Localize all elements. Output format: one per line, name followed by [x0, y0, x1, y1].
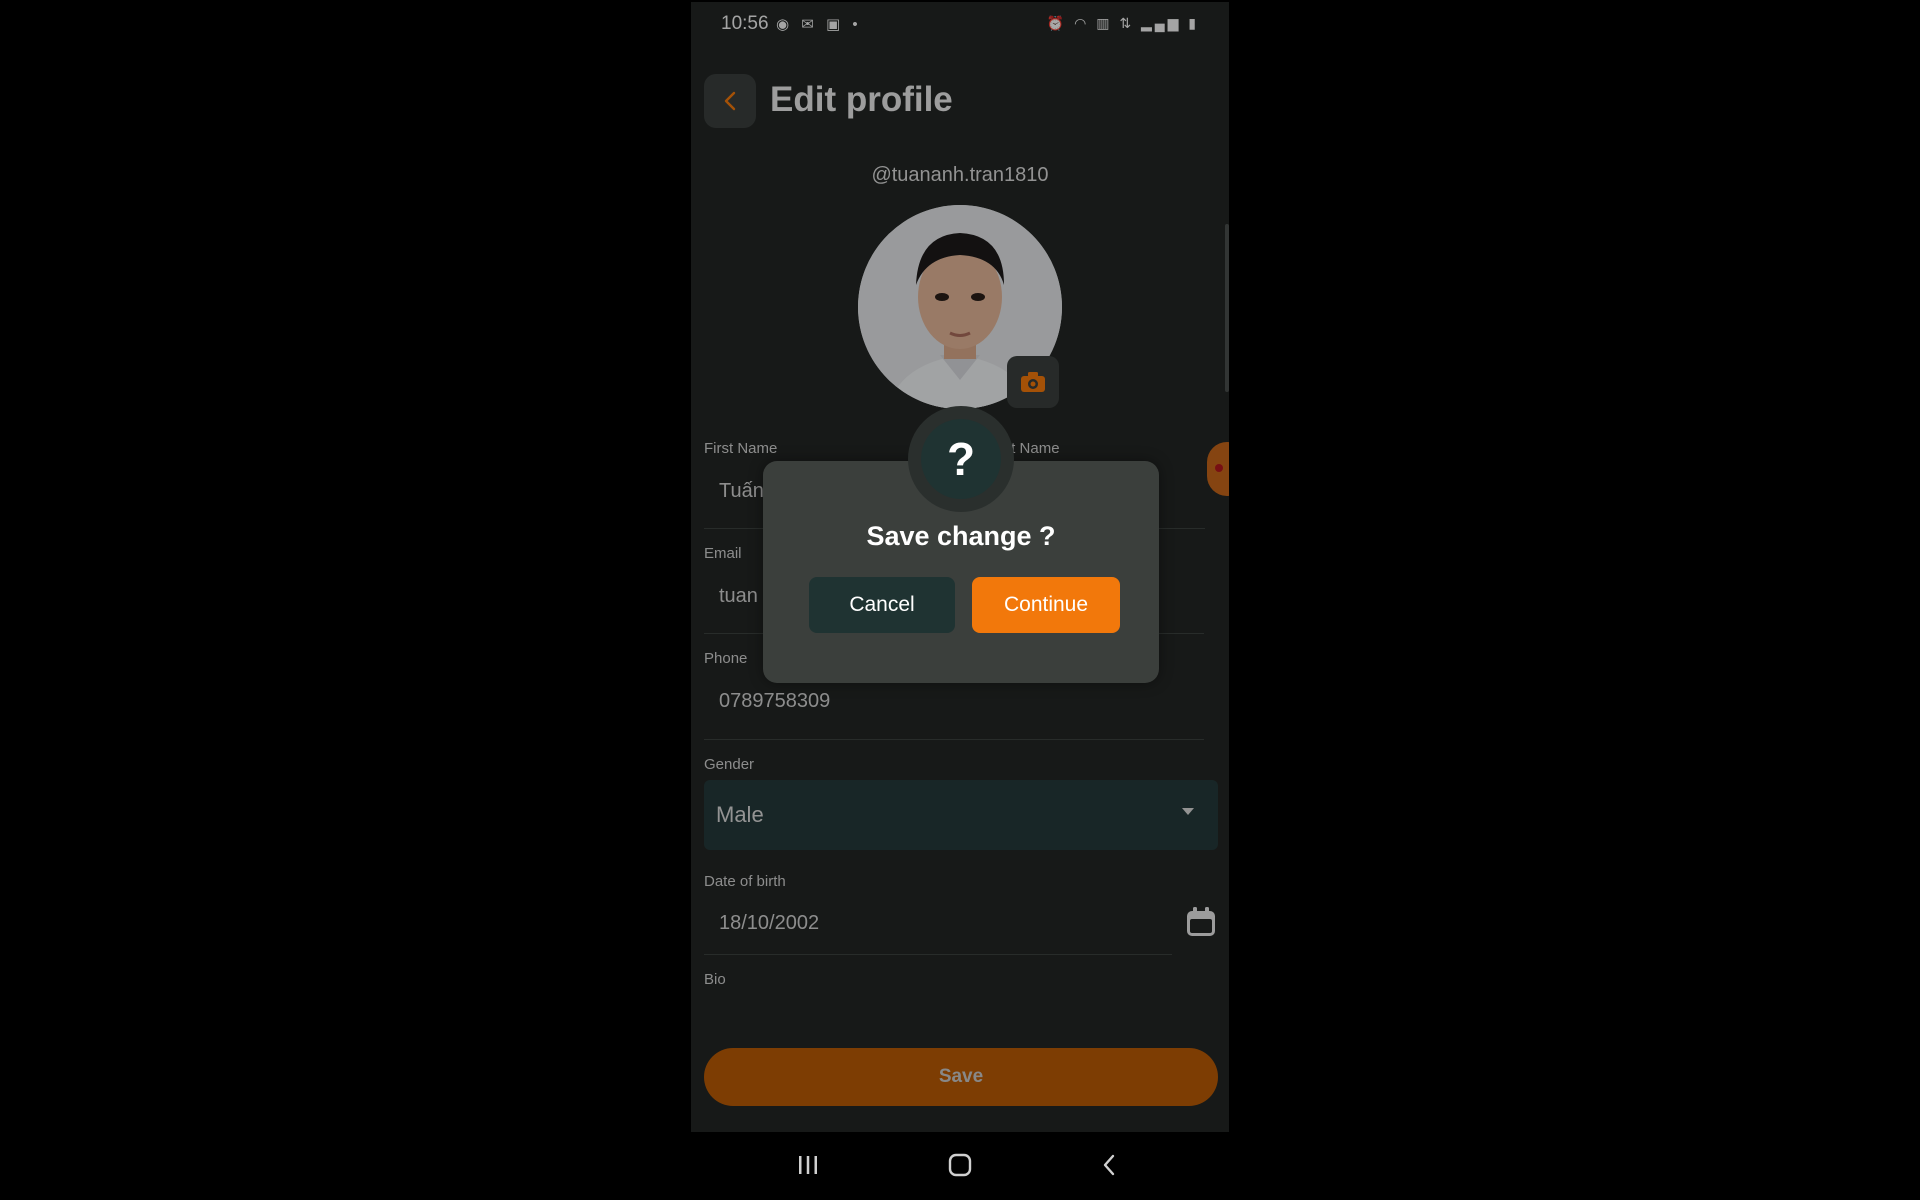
system-nav-bar: [691, 1132, 1229, 1200]
dialog-icon-ring: ?: [908, 406, 1014, 512]
back-icon[interactable]: [1102, 1153, 1116, 1177]
cancel-button[interactable]: Cancel: [809, 577, 955, 633]
question-icon: ?: [921, 419, 1001, 499]
recent-apps-icon[interactable]: [797, 1154, 819, 1176]
phone-screen: 10:56 ◉ ✉ ▣ • ⏰ ◠ ▥ ⇅ ▂▄▆ ▮ Edit profile…: [691, 2, 1229, 1200]
dialog-title: Save change ?: [866, 521, 1056, 551]
home-icon[interactable]: [948, 1153, 972, 1177]
continue-button[interactable]: Continue: [972, 577, 1120, 633]
